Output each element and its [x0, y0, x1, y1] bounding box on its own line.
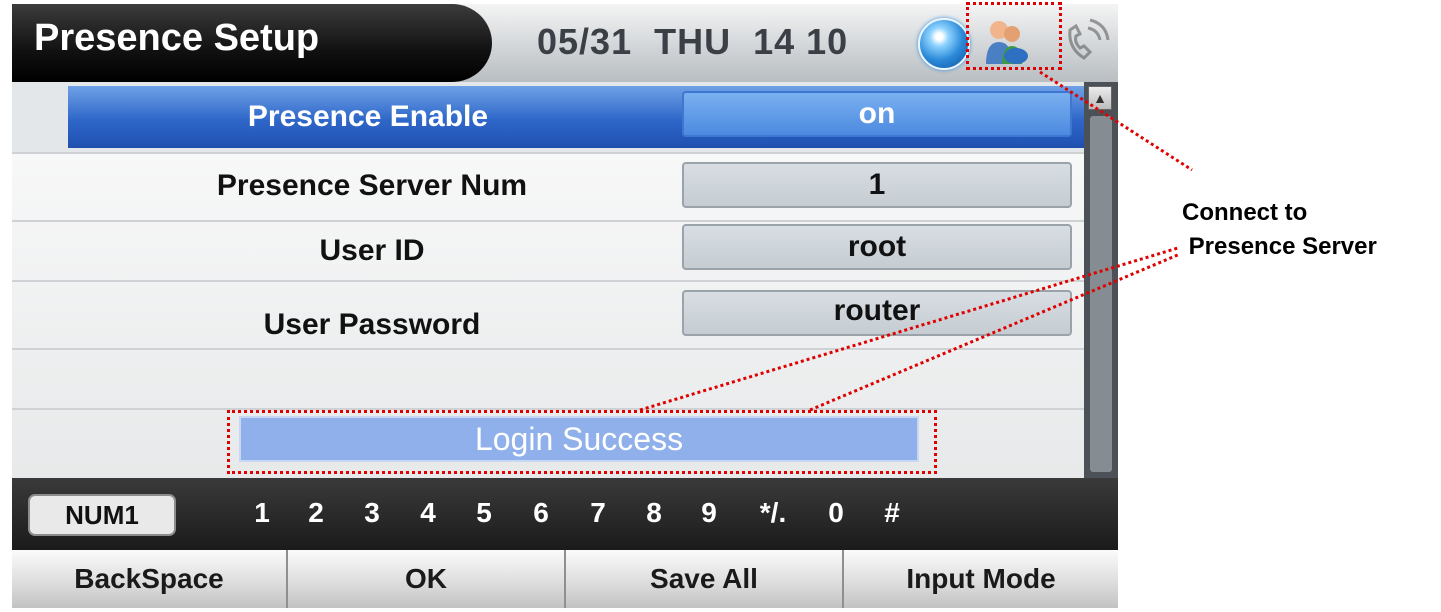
callout-lines	[639, 70, 1193, 412]
callout-line-status-1	[639, 246, 1179, 412]
callout-line-icon	[1039, 70, 1193, 172]
callout-label: Connect to Presence Server	[1182, 199, 1377, 260]
callout-line-status-2	[809, 252, 1181, 412]
